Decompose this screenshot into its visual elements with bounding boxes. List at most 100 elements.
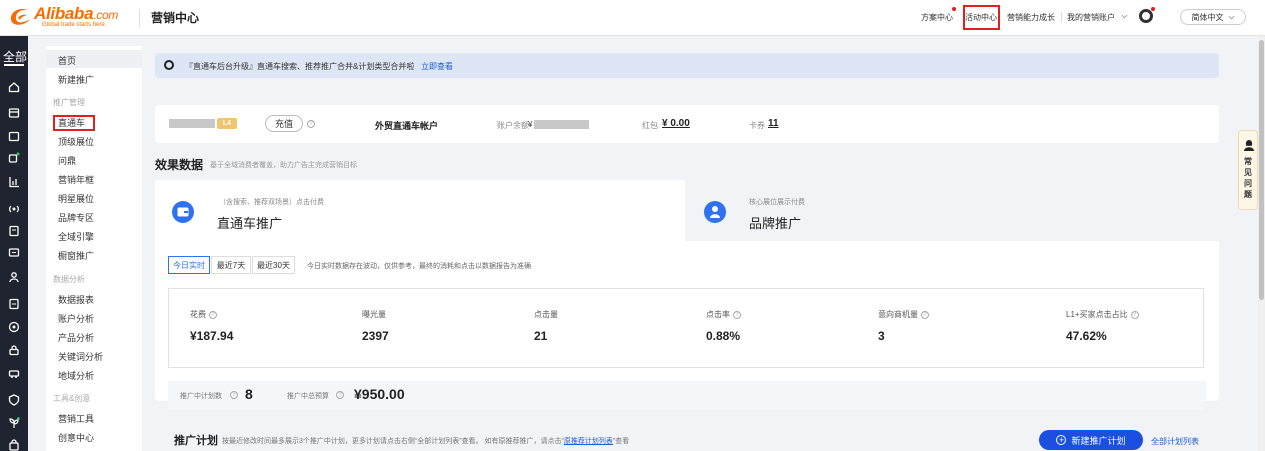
help-icon[interactable]: ? — [733, 310, 741, 319]
sidebar-item-home[interactable]: 首页 — [58, 54, 76, 67]
target-icon[interactable] — [8, 321, 20, 333]
total-budget-value: ¥950.00 — [354, 386, 405, 402]
metric-value: 21 — [534, 329, 548, 343]
nav-my-account[interactable]: 我的营销账户 — [1067, 12, 1115, 23]
document-icon[interactable] — [8, 298, 20, 310]
info-icon — [164, 60, 174, 70]
scrollbar-thumb[interactable] — [1259, 40, 1264, 300]
help-icon[interactable]: ? — [336, 391, 344, 399]
account-type: 外贸直通车帐户 — [375, 121, 439, 131]
primary-rail: 全部 — [0, 36, 28, 451]
nav-solution-center[interactable]: 方案中心 — [921, 12, 953, 23]
sidebar-item-account-analysis[interactable]: 账户分析 — [58, 312, 94, 325]
new-plan-button[interactable]: + 新建推广计划 — [1039, 430, 1143, 450]
metric-ctr: 点击率? 0.88% — [706, 309, 741, 343]
old-plans-link[interactable]: 原推荐计划列表 — [564, 438, 613, 445]
plant-icon[interactable] — [8, 417, 20, 429]
clipboard-icon[interactable] — [8, 225, 20, 237]
metric-value: ¥187.94 — [190, 329, 234, 343]
level-badge: L4 — [217, 118, 237, 129]
sidebar-item-top-booth[interactable]: 顶级展位 — [58, 135, 94, 148]
sidebar-item-product-analysis[interactable]: 产品分析 — [58, 331, 94, 344]
chart-icon[interactable] — [8, 176, 20, 188]
metric-label: 意向商机量 — [878, 310, 918, 319]
help-icon[interactable]: ? — [1130, 310, 1139, 319]
sidebar-item-wending[interactable]: 问鼎 — [58, 154, 76, 167]
sidebar-item-showcase[interactable]: 橱窗推广 — [58, 249, 94, 262]
app-title: 营销中心 — [151, 11, 200, 25]
lock-icon[interactable] — [8, 344, 20, 356]
sidebar-item-star-booth[interactable]: 明星展位 — [58, 192, 94, 205]
budget-bar: 推广中计划数 ? 8 推广中总预算 ? ¥950.00 — [168, 381, 1206, 410]
metrics-panel: 花费? ¥187.94 曝光量 2397 点击量 21 点击率? 0.88% 意… — [168, 288, 1204, 368]
message-icon[interactable] — [8, 247, 20, 259]
nav-capability-growth[interactable]: 营销能力成长 — [1007, 12, 1055, 23]
faq-float-button[interactable]: 常见问题 — [1238, 130, 1258, 210]
store-icon[interactable] — [8, 107, 20, 119]
broadcast-icon[interactable] — [8, 203, 20, 215]
notice-view-link[interactable]: 立即查看 — [421, 61, 453, 72]
all-plans-link[interactable]: 全部计划列表 — [1151, 436, 1199, 447]
metric-label: 花费 — [190, 310, 206, 319]
metric-value: 47.62% — [1066, 329, 1107, 343]
top-bar: Alibaba.com Global trade starts here. 营销… — [0, 0, 1265, 36]
wallet-icon[interactable] — [8, 130, 20, 142]
metric-cost: 花费? ¥187.94 — [190, 309, 233, 343]
range-30days-button[interactable]: 最近30天 — [252, 256, 295, 274]
account-name-redacted — [169, 119, 215, 128]
notification-dot — [952, 7, 956, 11]
activity-center-highlight — [963, 5, 1000, 30]
upgrade-notice: 『直通车后台升级』直通车搜索、推荐推广合并&计划类型合并啦 立即查看 — [155, 53, 1219, 78]
tab-brand-promo[interactable]: 核心展位展示付费 品牌推广 — [685, 180, 1219, 241]
language-select[interactable]: 简体中文 — [1180, 9, 1246, 25]
balance-label: 账户余额 — [497, 121, 529, 130]
recharge-button[interactable]: 充值 — [265, 115, 303, 132]
plans-subtitle: 按最近修改时间最多展示3个推广中计划，更多计划请点击右侧“全部计划列表”查看。 … — [222, 436, 629, 446]
secondary-sidebar: 首页 新建推广 推广管理 直通车 顶级展位 问鼎 营销年框 明星展位 品牌专区 … — [46, 46, 142, 451]
help-icon[interactable]: ? — [230, 391, 238, 399]
person-icon — [704, 201, 726, 223]
help-icon[interactable]: ? — [209, 310, 217, 319]
notice-text: 『直通车后台升级』直通车搜索、推荐推广合并&计划类型合并啦 — [185, 62, 415, 71]
sidebar-item-creative-center[interactable]: 创意中心 — [58, 431, 94, 444]
help-icon[interactable]: ? — [307, 120, 315, 128]
video-icon[interactable] — [8, 152, 20, 164]
divider — [139, 9, 140, 27]
sidebar-item-marketing-tools[interactable]: 营销工具 — [58, 412, 94, 425]
plans-title: 推广计划 — [174, 435, 218, 447]
chevron-down-icon — [1228, 15, 1234, 19]
redpack-label: 红包 — [642, 121, 658, 130]
product-title: 直通车推广 — [217, 216, 283, 231]
sidebar-item-reports[interactable]: 数据报表 — [58, 293, 94, 306]
user-avatar-icon[interactable] — [1139, 9, 1153, 23]
tab-direct-train-promo[interactable]: （含搜索、推荐双场景）点击付费 直通车推广 — [155, 180, 685, 241]
account-card: L4 充值 ? 外贸直通车帐户 账户余额 ¥ 红包 ¥ 0.00 卡券 11 — [155, 105, 1219, 143]
sidebar-item-keyword-analysis[interactable]: 关键词分析 — [58, 350, 103, 363]
plans-subtitle-end: ”查看 — [612, 438, 630, 445]
chevron-down-icon[interactable] — [1121, 13, 1128, 20]
redpack-value[interactable]: ¥ 0.00 — [662, 118, 690, 129]
coupon-value[interactable]: 11 — [768, 118, 779, 129]
alibaba-logo[interactable]: Alibaba.com Global trade starts here. — [8, 4, 134, 32]
metric-value: 3 — [878, 329, 885, 343]
sidebar-item-annual-frame[interactable]: 营销年框 — [58, 173, 94, 186]
metric-impressions: 曝光量 2397 — [362, 309, 389, 343]
sidebar-item-full-engine[interactable]: 全域引擎 — [58, 230, 94, 243]
home-icon[interactable] — [8, 81, 20, 93]
rail-all-label[interactable]: 全部 — [3, 48, 27, 65]
alibaba-logo-icon — [10, 9, 30, 25]
car-icon[interactable] — [8, 367, 20, 379]
users-icon[interactable] — [8, 271, 20, 283]
sidebar-item-brand-zone[interactable]: 品牌专区 — [58, 211, 94, 224]
shield-icon[interactable] — [8, 394, 20, 406]
divider — [1061, 12, 1062, 22]
help-icon[interactable]: ? — [921, 310, 929, 319]
sidebar-item-region-analysis[interactable]: 地域分析 — [58, 369, 94, 382]
range-7days-button[interactable]: 最近7天 — [211, 256, 251, 274]
sidebar-item-new-promo[interactable]: 新建推广 — [58, 73, 94, 86]
range-today-button[interactable]: 今日实时 — [168, 256, 210, 274]
bag-icon[interactable] — [8, 439, 20, 451]
sidebar-group-tools: 工具&创意 — [53, 394, 91, 403]
total-budget-label: 推广中总预算 — [287, 393, 329, 400]
metric-label: L1+买家点击占比 — [1066, 310, 1128, 319]
